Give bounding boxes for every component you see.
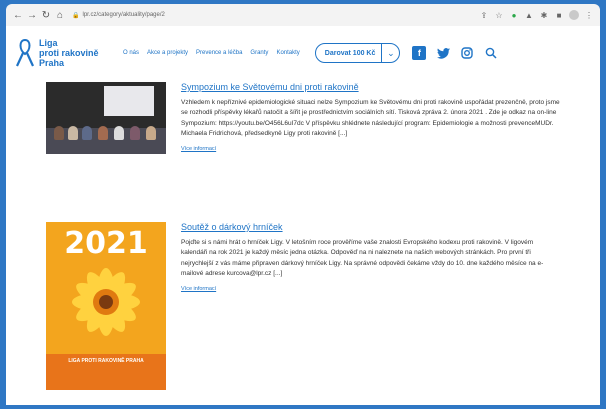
article-excerpt: Vzhledem k nepříznivé epidemiologické si…: [181, 99, 560, 138]
calendar-caption: LIGA PROTI RAKOVINĚ PRAHA: [46, 354, 166, 390]
home-icon[interactable]: ⌂: [54, 8, 66, 22]
share-icon[interactable]: ⇪: [479, 11, 489, 20]
article-body: Soutěž o dárkový hrníček Pojďte si s nám…: [181, 222, 561, 292]
browser-toolbar: ← → ↻ ⌂ 🔒 lpr.cz/category/aktuality/page…: [6, 4, 600, 26]
article-item: 2021 LIGA PROTI RAKOVINĚ PRAHA Soutěž o …: [46, 222, 566, 390]
lock-icon: 🔒: [72, 12, 80, 19]
extension-icon[interactable]: ▲: [524, 11, 534, 20]
extension-icon[interactable]: ●: [509, 11, 519, 20]
extensions-bar: ⇪ ☆ ● ▲ ✱ ■ ⋮: [479, 10, 594, 20]
puzzle-icon[interactable]: ✱: [539, 11, 549, 20]
calendar-year: 2021: [64, 226, 148, 261]
article-title-link[interactable]: Sympozium ke Světovému dni proti rakovin…: [181, 82, 561, 92]
nav-item-o-nas[interactable]: O nás: [123, 50, 139, 56]
article-title-link[interactable]: Soutěž o dárkový hrníček: [181, 222, 561, 232]
logo-line: proti rakovině: [39, 48, 99, 58]
main-nav: O nás Akce a projekty Prevence a léčba G…: [123, 50, 300, 56]
nav-item-granty[interactable]: Granty: [250, 50, 268, 56]
sidebar-icon[interactable]: ■: [554, 11, 564, 20]
page: Liga proti rakovině Praha O nás Akce a p…: [6, 26, 600, 405]
reload-icon[interactable]: ↻: [40, 8, 52, 22]
star-icon[interactable]: ☆: [494, 11, 504, 20]
more-info-link[interactable]: Více informací: [181, 286, 561, 292]
donate-label: Darovat 100 Kč: [324, 49, 376, 57]
article-item: Sympozium ke Světovému dni proti rakovin…: [46, 82, 566, 154]
logo-line: Liga: [39, 38, 58, 48]
forward-icon[interactable]: →: [26, 8, 38, 22]
article-thumbnail[interactable]: 2021 LIGA PROTI RAKOVINĚ PRAHA: [46, 222, 166, 390]
site-header: Liga proti rakovině Praha O nás Akce a p…: [6, 26, 600, 80]
nav-item-akce[interactable]: Akce a projekty: [147, 50, 188, 56]
article-body: Sympozium ke Světovému dni proti rakovin…: [181, 82, 561, 152]
twitter-icon[interactable]: [436, 46, 450, 60]
nav-item-prevence[interactable]: Prevence a léčba: [196, 50, 242, 56]
back-icon[interactable]: ←: [12, 8, 24, 22]
search-icon[interactable]: [484, 46, 498, 60]
facebook-icon[interactable]: f: [412, 46, 427, 60]
calendar-caption-title: LIGA PROTI RAKOVINĚ PRAHA: [68, 358, 144, 364]
logo[interactable]: Liga proti rakovině Praha: [14, 38, 109, 68]
logo-text: Liga proti rakovině Praha: [39, 38, 109, 68]
instagram-icon[interactable]: [460, 46, 474, 60]
logo-line: Praha: [39, 58, 65, 68]
article-excerpt: Pojďte si s námi hrát o hrníček Ligy. V …: [181, 239, 544, 278]
ribbon-icon: [16, 38, 34, 67]
menu-icon[interactable]: ⋮: [584, 11, 594, 20]
more-info-link[interactable]: Více informací: [181, 146, 561, 152]
address-bar[interactable]: 🔒 lpr.cz/category/aktuality/page/2: [72, 8, 165, 22]
social-links: f: [412, 46, 498, 60]
nav-item-kontakty[interactable]: Kontakty: [276, 50, 299, 56]
chevron-down-icon[interactable]: ⌄: [381, 44, 399, 62]
url-text: lpr.cz/category/aktuality/page/2: [82, 12, 165, 18]
donate-button[interactable]: Darovat 100 Kč ⌄: [314, 43, 401, 63]
article-thumbnail[interactable]: [46, 82, 166, 154]
avatar[interactable]: [569, 10, 579, 20]
